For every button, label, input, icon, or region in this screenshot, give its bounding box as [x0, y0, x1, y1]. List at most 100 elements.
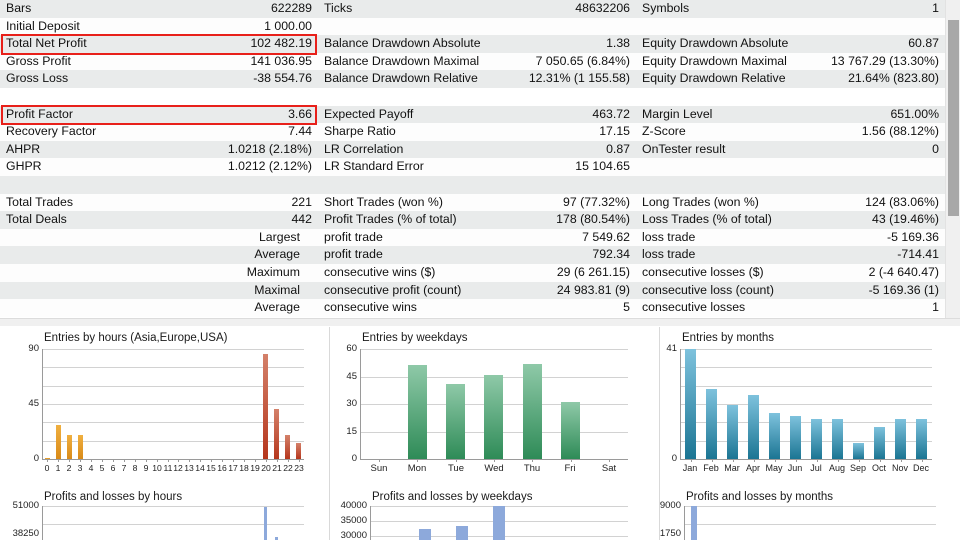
- chart-x-tickmark: [277, 459, 278, 462]
- chart-bar: [484, 375, 503, 459]
- stat-label: loss trade: [642, 229, 696, 244]
- panel-splitter[interactable]: [0, 318, 960, 327]
- stat-label: Balance Drawdown Maximal: [324, 53, 480, 68]
- chart-bar: [56, 425, 61, 459]
- chart-x-tickmark: [880, 459, 881, 462]
- table-row[interactable]: AHPR 1.0218 (2.18%) LR Correlation 0.87 OnTe…: [0, 140, 945, 159]
- chart-y-tick-label: 30000: [340, 530, 367, 540]
- stat-cell: Balance Drawdown Absolute 1.38: [318, 35, 636, 53]
- chart-profits-and-losses-by-weekdays[interactable]: Profits and losses by weekdays 40000 35000…: [330, 488, 660, 540]
- chart-y-axis: [680, 349, 681, 459]
- stat-value: 1.0218 (2.18%): [227, 141, 312, 156]
- stat-label: [642, 158, 931, 176]
- stat-label: Average: [254, 247, 300, 262]
- chart-gridline: [42, 349, 304, 350]
- chart-x-tickmark: [571, 459, 572, 462]
- table-row[interactable]: Maximal consecutive profit (count) 24 983.…: [0, 281, 945, 300]
- table-row[interactable]: Recovery Factor 7.44 Sharpe Ratio 17.15 Z-Sc…: [0, 123, 945, 141]
- table-row[interactable]: Total Trades 221 Short Trades (won %) 97 (7…: [0, 193, 945, 212]
- stat-cell: consecutive wins ($) 29 (6 261.15): [318, 264, 636, 282]
- stat-label: profit trade: [324, 247, 383, 262]
- scrollbar-thumb[interactable]: [948, 20, 959, 216]
- table-row[interactable]: Initial Deposit 1 000.00: [0, 17, 945, 36]
- table-row[interactable]: [0, 87, 945, 106]
- stat-value: [304, 246, 312, 264]
- chart-gridline: [680, 404, 932, 405]
- table-row[interactable]: Gross Loss -38 554.76 Balance Drawdown Rel…: [0, 70, 945, 88]
- table-row[interactable]: Total Net Profit 102 482.19 Balance Drawdo…: [0, 35, 945, 53]
- table-row[interactable]: Average profit trade 792.34 loss trade -714.…: [0, 246, 945, 264]
- table-row[interactable]: [0, 175, 945, 194]
- stat-cell: Equity Drawdown Relative 21.64% (823.80): [636, 70, 945, 88]
- chart-x-tickmark: [168, 459, 169, 462]
- stat-label: GHPR: [6, 159, 42, 174]
- chart-bar: [790, 416, 801, 459]
- stat-cell: [318, 18, 636, 36]
- stat-label: Sharpe Ratio: [324, 124, 396, 139]
- table-row[interactable]: Gross Profit 141 036.95 Balance Drawdown M…: [0, 52, 945, 71]
- chart-profits-and-losses-by-months[interactable]: Profits and losses by months 29000 21750: [660, 488, 960, 540]
- stat-value: -5 169.36 (1): [868, 282, 939, 297]
- chart-y-axis: [42, 349, 43, 459]
- chart-entries-by-months[interactable]: Entries by months 0 41 Jan Feb Mar Apr May Jun Ju…: [660, 327, 960, 488]
- chart-entries-by-hours[interactable]: Entries by hours (Asia,Europe,USA) 0 45 90 0…: [0, 327, 330, 488]
- stat-value: [304, 88, 312, 106]
- chart-profits-and-losses-by-hours[interactable]: Profits and losses by hours 51000 38250: [0, 488, 330, 540]
- stat-label: OnTester result: [642, 141, 726, 156]
- table-row[interactable]: Bars 622289 Ticks 48632206 Symbols 1: [0, 0, 945, 18]
- chart-x-tickmark: [796, 459, 797, 462]
- stat-cell: consecutive losses ($) 2 (-4 640.47): [636, 264, 945, 282]
- chart-x-tickmark: [157, 459, 158, 462]
- stat-value: [304, 282, 312, 300]
- chart-title: Entries by months: [682, 332, 775, 344]
- chart-bar: [748, 395, 759, 459]
- stat-cell: profit trade 792.34: [318, 246, 636, 264]
- chart-bar: [523, 364, 542, 459]
- chart-bar: [78, 435, 83, 459]
- stat-label: Initial Deposit: [6, 18, 80, 33]
- stat-label: Gross Loss: [6, 71, 69, 86]
- stat-cell: Initial Deposit 1 000.00: [0, 18, 318, 36]
- stat-cell: Balance Drawdown Maximal 7 050.65 (6.84%): [318, 53, 636, 71]
- stat-label: consecutive loss (count): [642, 282, 774, 297]
- stat-cell: AHPR 1.0218 (2.18%): [0, 141, 318, 159]
- table-row[interactable]: Profit Factor 3.66 Expected Payoff 463.72 Ma…: [0, 105, 945, 124]
- stat-cell: GHPR 1.0212 (2.12%): [0, 158, 318, 176]
- table-row[interactable]: GHPR 1.0212 (2.12%) LR Standard Error 15 10…: [0, 158, 945, 176]
- table-row[interactable]: Largest profit trade 7 549.62 loss trade -5 …: [0, 228, 945, 247]
- chart-y-tick-label: 60: [346, 343, 357, 354]
- chart-bar: [691, 506, 697, 540]
- stat-value: 97 (77.32%): [563, 194, 630, 209]
- stat-label: consecutive losses: [642, 300, 746, 315]
- chart-y-tick-label: 29000: [660, 500, 681, 511]
- chart-x-axis: [680, 459, 932, 460]
- stat-cell: Bars 622289: [0, 0, 318, 18]
- stat-value: 7 050.65 (6.84%): [535, 53, 630, 68]
- stat-label: Profit Trades (% of total): [324, 212, 457, 227]
- chart-entries-by-weekdays[interactable]: Entries by weekdays 0 15 30 45 60 Sun Mon Tue Wed…: [330, 327, 660, 488]
- chart-bar: [446, 384, 465, 459]
- stat-value: 622289: [270, 1, 312, 15]
- stat-cell: Gross Profit 141 036.95: [0, 53, 318, 71]
- stat-cell: Maximal: [0, 282, 318, 300]
- chart-y-tick-label: 45: [346, 370, 357, 382]
- chart-x-tickmark: [733, 459, 734, 462]
- stat-value: [304, 229, 312, 247]
- stat-value: -38 554.76: [253, 71, 312, 86]
- chart-plot-area: [370, 506, 628, 540]
- chart-x-tickmark: [691, 459, 692, 462]
- stat-cell: profit trade 7 549.62: [318, 229, 636, 247]
- table-row[interactable]: Average consecutive wins 5 consecutive loss…: [0, 299, 945, 317]
- table-row[interactable]: Maximum consecutive wins ($) 29 (6 261.15)…: [0, 263, 945, 282]
- stat-label: Largest: [258, 229, 300, 244]
- stat-value: 7.44: [288, 124, 312, 139]
- stats-vertical-scrollbar[interactable]: [945, 0, 960, 318]
- chart-y-tick-label: 15: [346, 425, 357, 437]
- stat-cell: Symbols 1: [636, 0, 945, 18]
- stat-label: Total Trades: [6, 194, 73, 209]
- statistics-table[interactable]: Bars 622289 Ticks 48632206 Symbols 1 Initial D…: [0, 0, 945, 318]
- chart-bar: [769, 413, 780, 459]
- stat-value: -5 169.36: [887, 229, 939, 244]
- stat-cell: Margin Level 651.00%: [636, 106, 945, 124]
- table-row[interactable]: Total Deals 442 Profit Trades (% of total)…: [0, 211, 945, 229]
